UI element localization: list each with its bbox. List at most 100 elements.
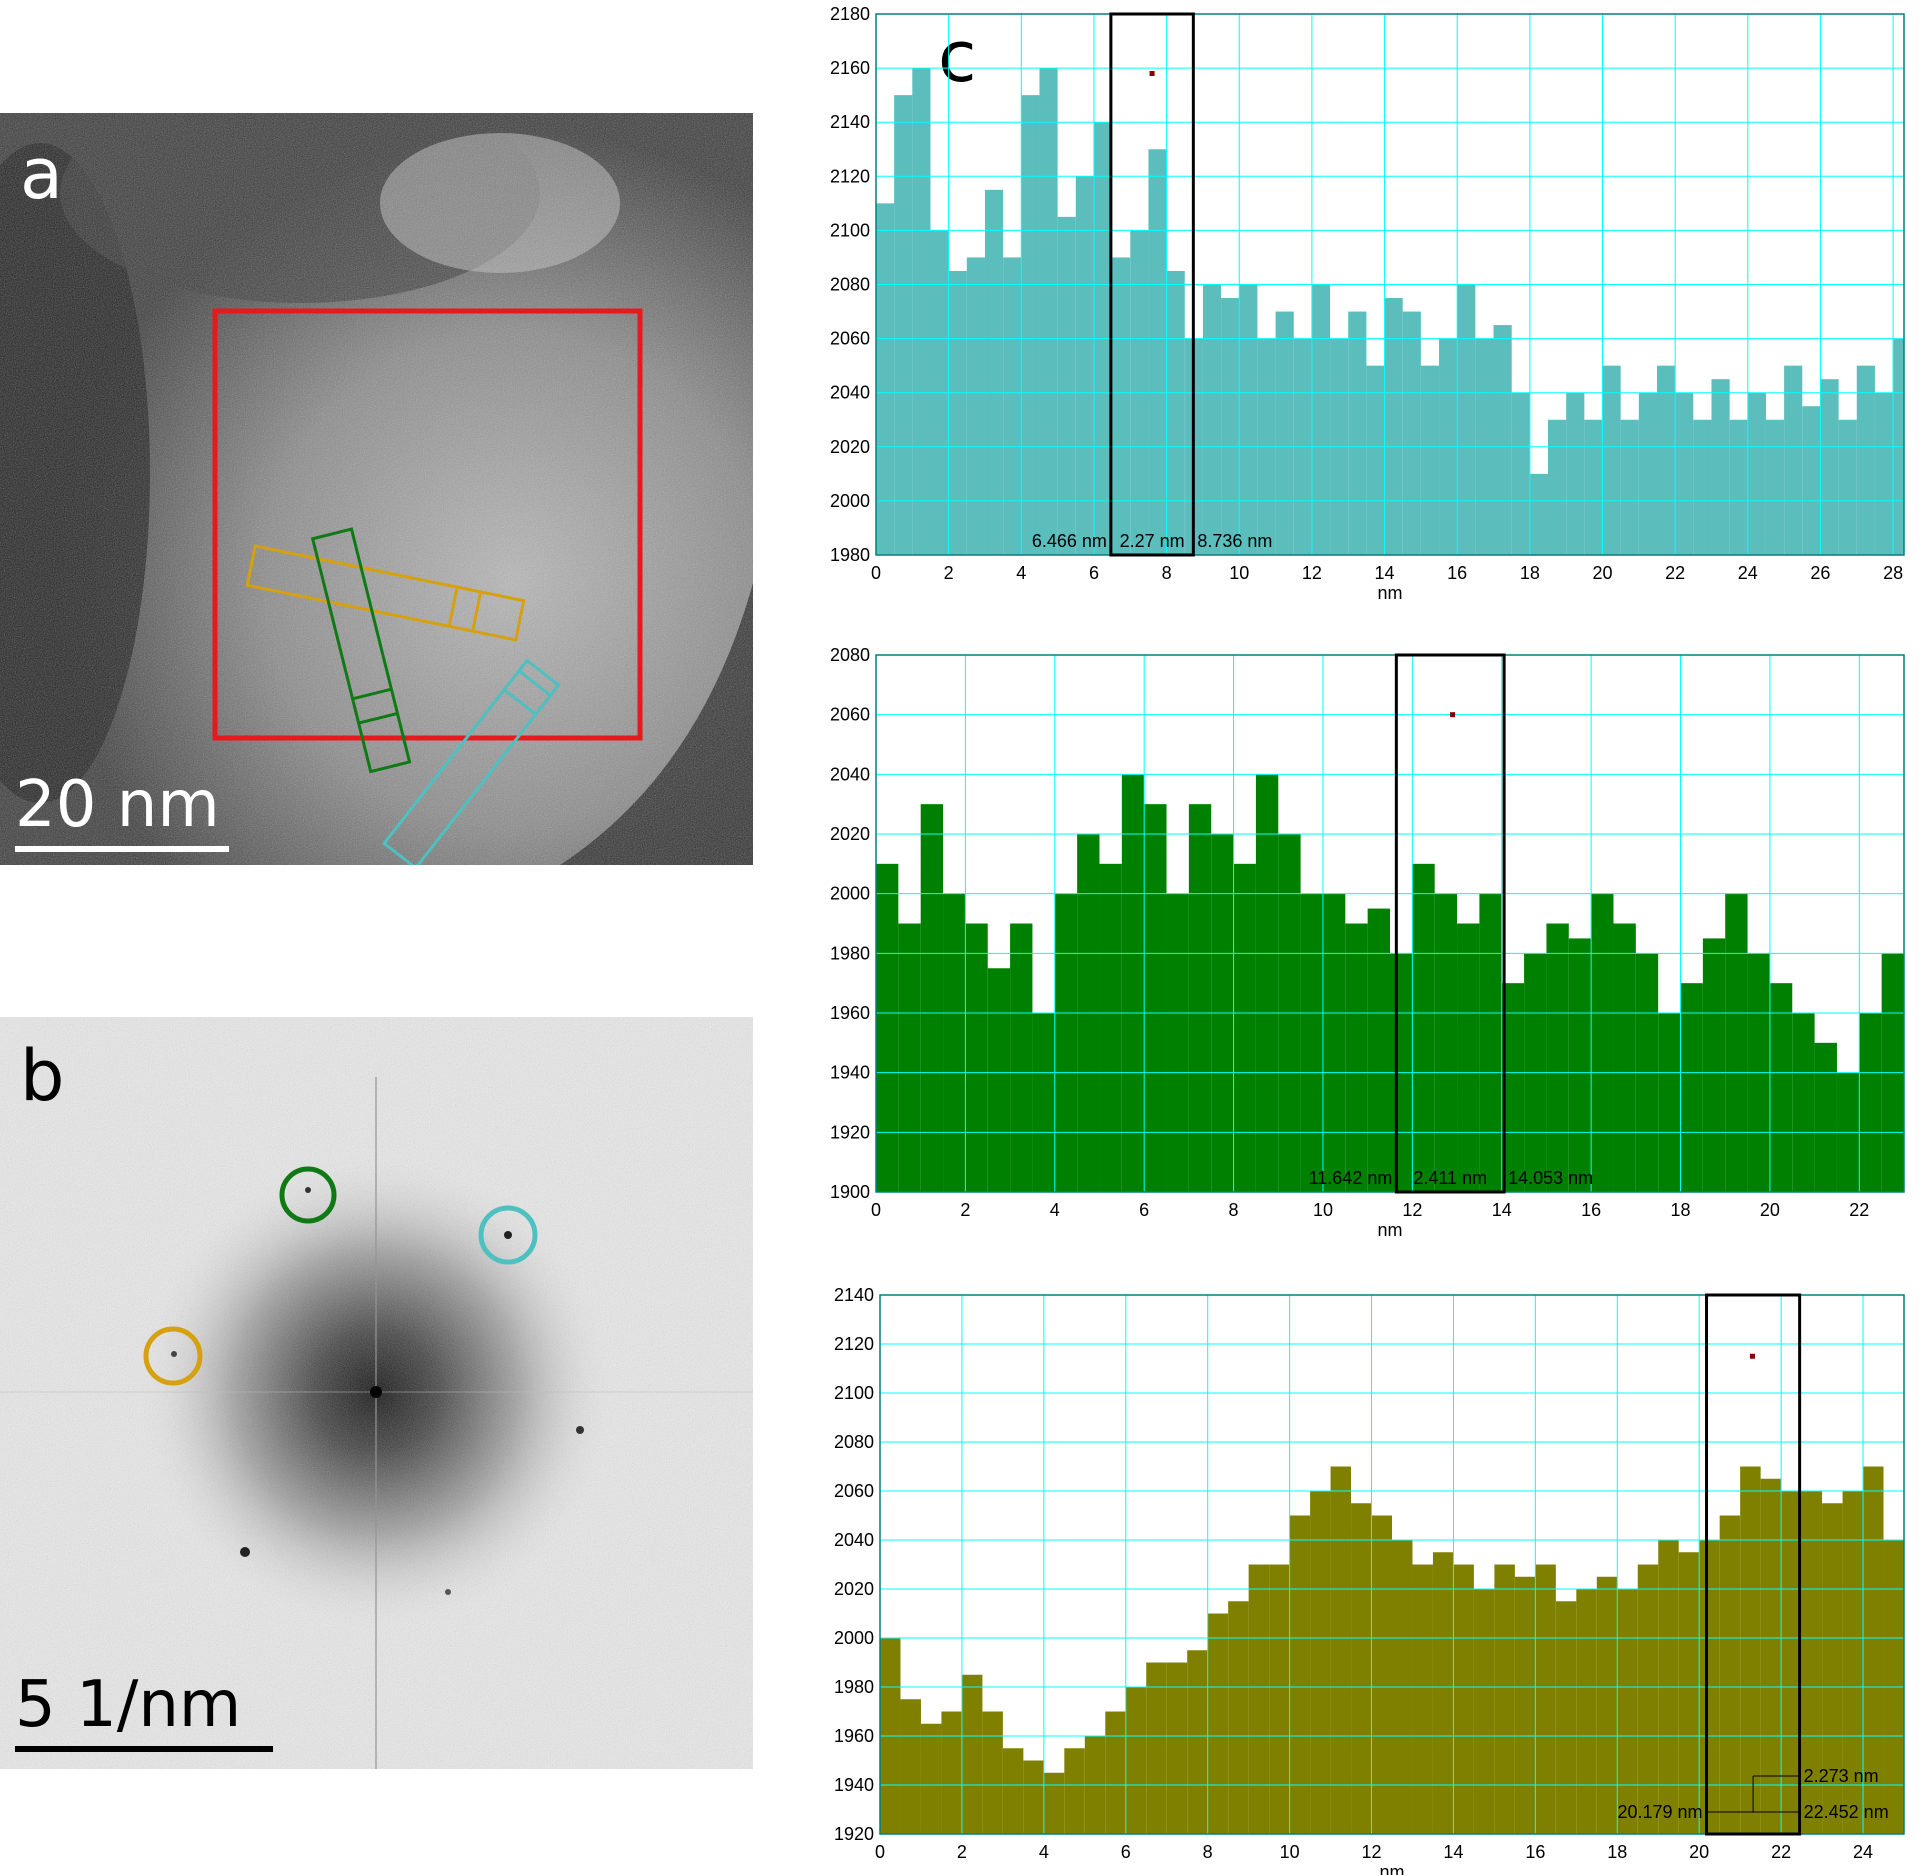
x-tick-label: 4 — [1039, 1842, 1049, 1862]
profile-bar — [987, 968, 1011, 1192]
x-tick-label: 22 — [1665, 563, 1685, 583]
profile-bar — [1617, 1589, 1638, 1834]
y-tick-label: 1920 — [830, 1122, 870, 1142]
y-tick-label: 2000 — [834, 1628, 874, 1648]
x-tick-label: 12 — [1302, 563, 1322, 583]
profile-bar — [1820, 379, 1839, 555]
x-tick-label: 4 — [1016, 563, 1026, 583]
profile-bar — [1366, 365, 1385, 555]
profile-bar — [961, 1674, 983, 1834]
profile-chart-3: 1920194019601980200020202040206020802100… — [834, 1285, 1905, 1875]
peak-marker — [1450, 712, 1456, 718]
x-tick-label: 18 — [1607, 1842, 1627, 1862]
y-tick-label: 2060 — [830, 329, 870, 349]
profile-bar — [1166, 270, 1185, 555]
profile-bar — [1322, 893, 1346, 1192]
y-tick-label: 1980 — [830, 545, 870, 565]
y-tick-label: 2080 — [830, 645, 870, 665]
y-tick-label: 2040 — [830, 764, 870, 784]
profile-bar — [1725, 893, 1748, 1192]
measure-start-label: 6.466 nm — [1032, 531, 1107, 551]
profile-bar — [1057, 216, 1076, 555]
profile-bar — [876, 203, 895, 555]
y-tick-label: 2020 — [830, 824, 870, 844]
profile-bar — [1166, 1662, 1188, 1834]
profile-bar — [1511, 392, 1530, 555]
profile-bar — [1239, 284, 1258, 555]
profile-bar — [1023, 1760, 1044, 1834]
profile-bar — [1792, 1013, 1815, 1192]
x-tick-label: 6 — [1121, 1842, 1131, 1862]
profile-bar — [1371, 1515, 1392, 1834]
profile-bar — [1275, 311, 1294, 555]
measure-end-label: 8.736 nm — [1197, 531, 1272, 551]
x-tick-label: 24 — [1738, 563, 1758, 583]
x-tick-label: 16 — [1525, 1842, 1545, 1862]
profile-bar — [1711, 379, 1730, 555]
x-tick-label: 4 — [1050, 1200, 1060, 1220]
profile-bar — [1310, 1491, 1331, 1834]
profile-bar — [982, 1711, 1003, 1834]
x-axis-label: nm — [1379, 1862, 1404, 1875]
profile-bar — [876, 863, 899, 1192]
x-tick-label: 8 — [1162, 563, 1172, 583]
profile-bar — [1702, 938, 1726, 1192]
measure-start-label: 20.179 nm — [1617, 1802, 1702, 1822]
profile-bar — [943, 893, 966, 1192]
profile-bar — [1121, 774, 1145, 1192]
profile-bar — [1514, 1576, 1536, 1834]
profile-bar — [900, 1699, 921, 1834]
profile-bar — [1479, 893, 1502, 1192]
x-tick-label: 10 — [1280, 1842, 1300, 1862]
profile-chart-2: 1900192019401960198020002020204020602080… — [830, 645, 1905, 1240]
profile-bar — [1620, 419, 1639, 555]
profile-bar — [1457, 923, 1480, 1192]
profile-bar — [1494, 1564, 1515, 1834]
profile-bar — [1453, 1564, 1474, 1834]
y-tick-label: 2020 — [830, 437, 870, 457]
profile-bar — [1351, 1503, 1372, 1834]
fft-scale-bar — [15, 1746, 273, 1752]
profile-bar — [1678, 1552, 1700, 1834]
x-tick-label: 0 — [871, 1200, 881, 1220]
x-tick-label: 20 — [1592, 563, 1612, 583]
fft-image — [0, 1017, 753, 1769]
profile-bar — [1233, 863, 1256, 1192]
profile-bar — [1693, 419, 1712, 555]
profile-bar — [1548, 419, 1567, 555]
x-tick-label: 16 — [1581, 1200, 1601, 1220]
y-tick-label: 2180 — [830, 4, 870, 24]
scale-bar — [15, 846, 229, 852]
profile-bar — [1457, 284, 1476, 555]
profile-bar — [1269, 1564, 1290, 1834]
y-tick-label: 2000 — [830, 884, 870, 904]
x-tick-label: 22 — [1771, 1842, 1791, 1862]
y-tick-label: 1900 — [830, 1182, 870, 1202]
profile-bar — [1769, 983, 1793, 1192]
profile-bar — [1412, 1564, 1433, 1834]
line-profile-charts: 1980200020202040206020802100212021402160… — [830, 4, 1905, 1875]
profile-bar — [1719, 1515, 1741, 1834]
measure-end-label: 14.053 nm — [1508, 1168, 1593, 1188]
profile-bar — [1434, 893, 1458, 1192]
x-tick-label: 10 — [1229, 563, 1249, 583]
panel-b-label: b — [20, 1035, 65, 1117]
profile-bar — [1207, 1613, 1229, 1834]
y-tick-label: 2060 — [830, 705, 870, 725]
measure-start-label: 11.642 nm — [1309, 1168, 1393, 1188]
profile-bar — [912, 68, 931, 555]
measure-width-label: 2.27 nm — [1120, 531, 1185, 551]
profile-bar — [1432, 1552, 1454, 1834]
profile-bar — [1105, 1711, 1126, 1834]
profile-bar — [1054, 893, 1078, 1192]
profile-bar — [1330, 1466, 1352, 1834]
profile-bar — [1859, 1013, 1882, 1192]
x-tick-label: 12 — [1402, 1200, 1422, 1220]
profile-bar — [1596, 1576, 1618, 1834]
y-tick-label: 2140 — [834, 1285, 874, 1305]
y-tick-label: 2160 — [830, 58, 870, 78]
profile-bar — [1535, 1564, 1556, 1834]
profile-bar — [1473, 1589, 1495, 1834]
profile-bar — [898, 923, 921, 1192]
profile-bar — [1384, 298, 1403, 555]
